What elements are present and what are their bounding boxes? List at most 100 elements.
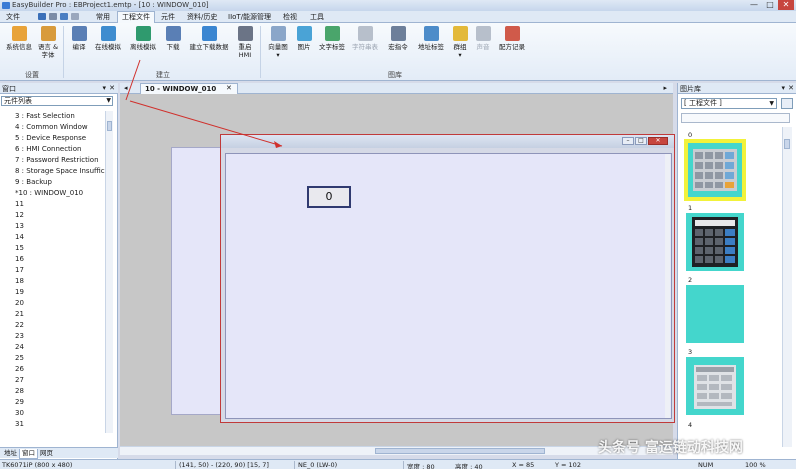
list-item[interactable]: 13 [1, 221, 106, 232]
pin-icon[interactable]: ▾ [102, 84, 106, 92]
h-scroll-thumb[interactable] [375, 448, 545, 454]
list-item[interactable]: 12 [1, 210, 106, 221]
menu-data-history[interactable]: 资料/历史 [183, 12, 221, 22]
list-item[interactable]: 24 [1, 342, 106, 353]
list-item[interactable]: 6 : HMI Connection [1, 144, 106, 155]
scroll-thumb[interactable] [784, 139, 790, 149]
undo-icon[interactable] [60, 13, 68, 20]
menu-project[interactable]: 工程文件 [117, 11, 155, 23]
group-button[interactable]: 群组 ▾ [450, 26, 470, 59]
list-item[interactable]: 4 : Common Window [1, 122, 106, 133]
menu-view[interactable]: 检视 [279, 12, 301, 22]
list-item[interactable]: 14 [1, 232, 106, 243]
list-item[interactable]: 16 [1, 254, 106, 265]
menu-objects[interactable]: 元件 [157, 12, 179, 22]
list-item[interactable]: 21 [1, 309, 106, 320]
list-item[interactable]: 7 : Password Restriction [1, 155, 106, 166]
library-source-combo[interactable]: [ 工程文件 ] ▼ [681, 98, 777, 109]
online-simulation-button[interactable]: 在线模拟 [92, 26, 124, 51]
vector-graphics-icon [270, 26, 286, 41]
popup-client-area[interactable]: 0 [225, 153, 672, 419]
close-button[interactable]: ✕ [778, 0, 794, 10]
library-filter-input[interactable] [681, 113, 790, 123]
library-item[interactable] [686, 285, 744, 343]
app-icon [2, 2, 10, 9]
list-item[interactable]: 17 [1, 265, 106, 276]
list-item[interactable]: 20 [1, 298, 106, 309]
save-icon[interactable] [38, 13, 46, 20]
canvas-horizontal-scrollbar[interactable] [120, 446, 673, 455]
list-item[interactable]: 18 [1, 276, 106, 287]
text-tag-button[interactable]: 文字标签 [317, 26, 347, 51]
sound-button[interactable]: 声音 [473, 26, 493, 51]
address-tag-button[interactable]: 地址标签 [415, 26, 447, 51]
build-download-data-button[interactable]: 建立下载数据 [187, 26, 231, 51]
menu-home[interactable]: 常用 [92, 12, 114, 22]
popup-scrollbar[interactable] [665, 154, 670, 418]
menu-iiot[interactable]: IIoT/能源管理 [224, 12, 275, 22]
list-item[interactable]: 23 [1, 331, 106, 342]
panel-close-icon[interactable]: ✕ [109, 84, 115, 92]
tab-window[interactable]: 窗口 [19, 449, 38, 459]
group-label-library: 图库 [388, 71, 402, 79]
list-item[interactable]: 9 : Backup [1, 177, 106, 188]
list-item[interactable]: 22 [1, 320, 106, 331]
library-item-selected[interactable] [684, 139, 746, 201]
list-item[interactable]: 30 [1, 408, 106, 419]
list-item[interactable]: 8 : Storage Space Insufficie [1, 166, 106, 177]
macro-button[interactable]: 宏指令 [386, 26, 410, 51]
list-item[interactable]: 29 [1, 397, 106, 408]
scroll-thumb[interactable] [107, 121, 112, 131]
minimize-button[interactable]: — [746, 0, 762, 10]
list-item[interactable]: 19 [1, 287, 106, 298]
library-scrollbar[interactable] [782, 127, 792, 447]
list-item[interactable]: 15 [1, 243, 106, 254]
recipe-button[interactable]: 配方记录 [496, 26, 528, 51]
maximize-button[interactable]: □ [762, 0, 778, 10]
library-item[interactable] [686, 213, 744, 271]
panel-close-icon[interactable]: ✕ [788, 84, 794, 92]
restart-hmi-button[interactable]: 重启 HMI [234, 26, 256, 59]
compile-button[interactable]: 编译 [68, 26, 90, 51]
library-item[interactable] [686, 357, 744, 415]
tab-close-icon[interactable]: ✕ [226, 84, 232, 92]
popup-maximize-icon[interactable]: □ [635, 137, 647, 145]
numeric-display[interactable]: 0 [307, 186, 351, 208]
menu-file[interactable]: 文件 [2, 12, 24, 22]
system-info-button[interactable]: 系统信息 [4, 26, 34, 51]
menu-tools[interactable]: 工具 [306, 12, 328, 22]
list-item[interactable]: 25 [1, 353, 106, 364]
list-item[interactable]: 11 [1, 199, 106, 210]
tab-web[interactable]: 网页 [38, 449, 55, 458]
string-table-button[interactable]: 字符串表 [350, 26, 380, 51]
vector-graphics-button[interactable]: 向量图 ▾ [264, 26, 292, 59]
language-font-button[interactable]: 语言 & 字体 [37, 26, 59, 59]
list-item[interactable]: 5 : Device Response [1, 133, 106, 144]
popup-minimize-icon[interactable]: – [622, 137, 634, 145]
list-item[interactable]: 28 [1, 386, 106, 397]
popup-title-bar[interactable]: – □ ✕ [221, 135, 674, 148]
download-icon [165, 26, 181, 41]
search-icon[interactable] [781, 98, 793, 109]
list-item[interactable]: 26 [1, 364, 106, 375]
list-item[interactable]: 27 [1, 375, 106, 386]
redo-icon[interactable] [71, 13, 79, 20]
download-button[interactable]: 下载 [162, 26, 184, 51]
status-y: Y = 102 [555, 461, 581, 469]
popup-close-icon[interactable]: ✕ [648, 137, 668, 145]
picture-button[interactable]: 图片 [294, 26, 314, 51]
tab-scroll-right-icon[interactable]: ▸ [663, 84, 667, 92]
base-window-frame[interactable] [171, 147, 223, 415]
left-scrollbar[interactable] [105, 111, 113, 433]
object-list-combo[interactable]: 元件列表 ▼ [1, 96, 113, 106]
list-item[interactable]: *10 : WINDOW_010 [1, 188, 106, 199]
layout-icon[interactable] [49, 13, 57, 20]
offline-simulation-button[interactable]: 离线模拟 [127, 26, 159, 51]
tab-scroll-left-icon[interactable]: ◂ [124, 84, 128, 92]
pin-icon[interactable]: ▾ [781, 84, 785, 92]
list-item[interactable]: 31 [1, 419, 106, 430]
tab-window-010[interactable]: 10 - WINDOW_010 [140, 83, 238, 94]
popup-window-010[interactable]: – □ ✕ 0 [220, 134, 675, 423]
list-item[interactable]: 3 : Fast Selection [1, 111, 106, 122]
tab-address[interactable]: 地址 [2, 449, 19, 458]
